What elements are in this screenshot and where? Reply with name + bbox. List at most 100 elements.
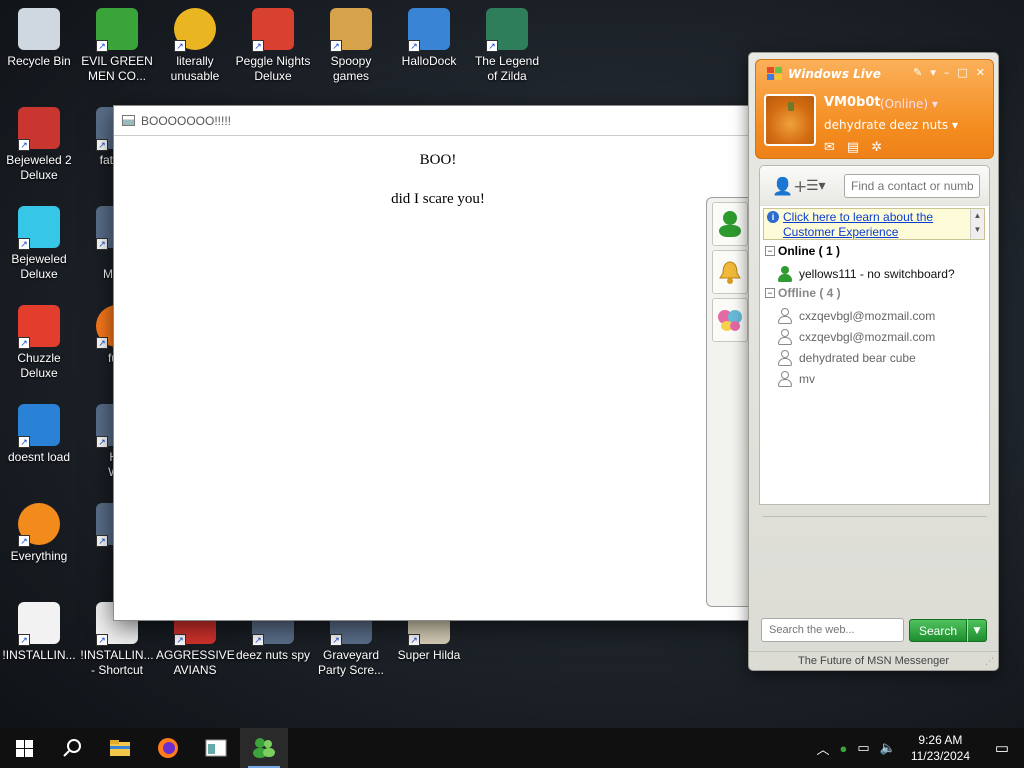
avatar-pumpkin[interactable] <box>764 94 816 146</box>
notice-scroll-arrows[interactable]: ▲ ▼ <box>970 209 984 239</box>
contacts-tab[interactable] <box>712 202 748 246</box>
desktop-icon-label: !INSTALLIN... <box>2 648 76 662</box>
divider <box>763 516 987 517</box>
buddy-offline-icon <box>778 308 792 324</box>
boo-popup-window[interactable]: BOOOOOOO!!!!! BOO! did I scare you! <box>113 105 763 621</box>
shortcut-arrow-icon: ↗ <box>96 337 108 349</box>
clock[interactable]: 9:26 AM 11/23/2024 <box>901 732 980 764</box>
shortcut-arrow-icon: ↗ <box>486 40 498 52</box>
buddy-green-icon <box>719 211 741 237</box>
start-button[interactable] <box>0 728 48 768</box>
add-contact-icon[interactable]: 👤+ <box>772 177 807 197</box>
desktop-icon[interactable]: ↗ Chuzzle Deluxe <box>0 301 78 381</box>
desktop-icon-label: Graveyard Party Scre... <box>317 648 385 677</box>
msn-tray-icon[interactable]: ● <box>834 741 852 756</box>
file-explorer-icon[interactable] <box>96 728 144 768</box>
contact-list: i Click here to learn about the Customer… <box>759 205 990 505</box>
desktop-icon-label: Super Hilda <box>397 648 461 662</box>
desktop-icon[interactable]: ↗ Spoopy games <box>312 4 390 84</box>
msn-messenger-window[interactable]: Windows Live ✎ ▾ – □ ✕ VM0b0t (Online) ▾… <box>748 52 999 671</box>
group-offline-label: Offline ( 4 ) <box>778 286 841 300</box>
shortcut-arrow-icon: ↗ <box>18 337 30 349</box>
shortcut-arrow-icon: ↗ <box>96 634 108 646</box>
contact-toolbar: 👤+ ☰▾ <box>759 165 990 205</box>
popup-app-taskbar-icon[interactable] <box>192 728 240 768</box>
shortcut-arrow-icon: ↗ <box>96 40 108 52</box>
document-icon: ↗ <box>18 602 60 646</box>
shortcut-arrow-icon: ↗ <box>18 634 30 646</box>
group-offline[interactable]: − Offline ( 4 ) <box>765 286 841 300</box>
volume-icon[interactable]: 🔈 <box>875 740 901 756</box>
search-dropdown-button[interactable]: ▼ <box>967 619 987 642</box>
contact-name: cxzqevbgl@mozmail.com <box>799 330 936 344</box>
network-icon[interactable]: ▭ <box>852 740 874 756</box>
contact-offline[interactable]: cxzqevbgl@mozmail.com <box>778 308 935 324</box>
expressions-tab[interactable] <box>712 298 748 342</box>
menu-dropdown-icon[interactable]: ▾ <box>930 66 936 79</box>
collapse-toggle-icon[interactable]: − <box>765 246 775 256</box>
clock-date: 11/23/2024 <box>910 749 970 763</box>
firefox-icon[interactable] <box>144 728 192 768</box>
windows-logo-icon <box>767 67 782 80</box>
shortcut-arrow-icon: ↗ <box>174 634 186 646</box>
contact-offline[interactable]: mv <box>778 371 815 387</box>
contact-name: dehydrated bear cube <box>799 351 916 365</box>
desktop-icon[interactable]: ↗ The Legend of Zilda <box>468 4 546 84</box>
username[interactable]: VM0b0t <box>824 95 881 110</box>
maximize-button[interactable]: □ <box>957 66 967 79</box>
popup-titlebar[interactable]: BOOOOOOO!!!!! <box>114 106 762 136</box>
notification-center-icon[interactable]: ▭ <box>980 739 1024 757</box>
resize-grip[interactable]: ⋰ <box>985 657 994 667</box>
shortcut-arrow-icon: ↗ <box>18 238 30 250</box>
paint-bucket-icon[interactable]: ✎ <box>913 66 922 79</box>
peggle-icon: ↗ <box>252 8 294 52</box>
desktop-icon-label: Chuzzle Deluxe <box>17 351 61 380</box>
shortcut-arrow-icon: ↗ <box>408 40 420 52</box>
desktop-icon-label: Recycle Bin <box>7 54 71 68</box>
desktop-icon[interactable]: ↗ doesnt load <box>0 400 78 465</box>
shortcut-arrow-icon: ↗ <box>252 634 264 646</box>
collapse-toggle-icon[interactable]: − <box>765 288 775 298</box>
msn-taskbar-icon[interactable] <box>240 728 288 768</box>
xbox-icon[interactable]: ✲ <box>871 140 882 155</box>
contact-online[interactable]: yellows111 - no switchboard? <box>778 266 955 282</box>
desktop-icon[interactable]: ↗ !INSTALLIN... <box>0 598 78 663</box>
list-view-icon[interactable]: ☰▾ <box>806 178 826 194</box>
contact-offline[interactable]: cxzqevbgl@mozmail.com <box>778 329 935 345</box>
close-button[interactable]: ✕ <box>976 66 985 79</box>
desktop-icon[interactable]: ↗ HalloDock <box>390 4 468 69</box>
desktop-icon-label: EVIL GREEN MEN CO... <box>81 54 153 83</box>
chevron-up-icon[interactable]: ︿ <box>811 739 834 758</box>
buddy-offline-icon <box>778 350 792 366</box>
desktop-icon[interactable]: ↗ literally unusable <box>156 4 234 84</box>
customer-experience-link[interactable]: Click here to learn about the Customer E… <box>783 210 963 240</box>
desktop-icon[interactable]: Recycle Bin <box>0 4 78 69</box>
contact-name: mv <box>799 372 815 386</box>
desktop-icon[interactable]: ↗ Peggle Nights Deluxe <box>234 4 312 84</box>
minimize-button[interactable]: – <box>944 66 950 79</box>
search-button[interactable]: Search <box>909 619 967 642</box>
personal-message[interactable]: dehydrate deez nuts ▾ <box>824 118 958 132</box>
mail-icon[interactable]: ✉ <box>824 140 835 155</box>
contact-name: yellows111 - no switchboard? <box>799 267 955 281</box>
group-online[interactable]: − Online ( 1 ) <box>765 244 840 258</box>
shortcut-arrow-icon: ↗ <box>330 40 342 52</box>
find-contact-input[interactable] <box>844 174 980 198</box>
everything-search-icon: ↗ <box>18 503 60 547</box>
contact-offline[interactable]: dehydrated bear cube <box>778 350 916 366</box>
online-status[interactable]: (Online) ▾ <box>880 97 938 111</box>
boo-text: BOO! <box>419 152 457 168</box>
desktop-icon-label: Bejeweled Deluxe <box>11 252 67 281</box>
system-tray: ︿ ● ▭ 🔈 9:26 AM 11/23/2024 ▭ <box>811 728 1024 768</box>
clock-time: 9:26 AM <box>918 733 963 747</box>
desktop-icon[interactable]: ↗ Bejeweled 2 Deluxe <box>0 103 78 183</box>
alerts-tab[interactable] <box>712 250 748 294</box>
shortcut-arrow-icon: ↗ <box>18 139 30 151</box>
desktop-icon[interactable]: ↗ Bejeweled Deluxe <box>0 202 78 282</box>
search-icon[interactable] <box>48 728 96 768</box>
desktop-icon[interactable]: ↗ EVIL GREEN MEN CO... <box>78 4 156 84</box>
desktop-icon[interactable]: ↗ Everything <box>0 499 78 564</box>
spaces-icon[interactable]: ▤ <box>847 140 859 155</box>
search-web-input[interactable] <box>761 618 904 642</box>
butterfly-icon <box>718 310 742 331</box>
